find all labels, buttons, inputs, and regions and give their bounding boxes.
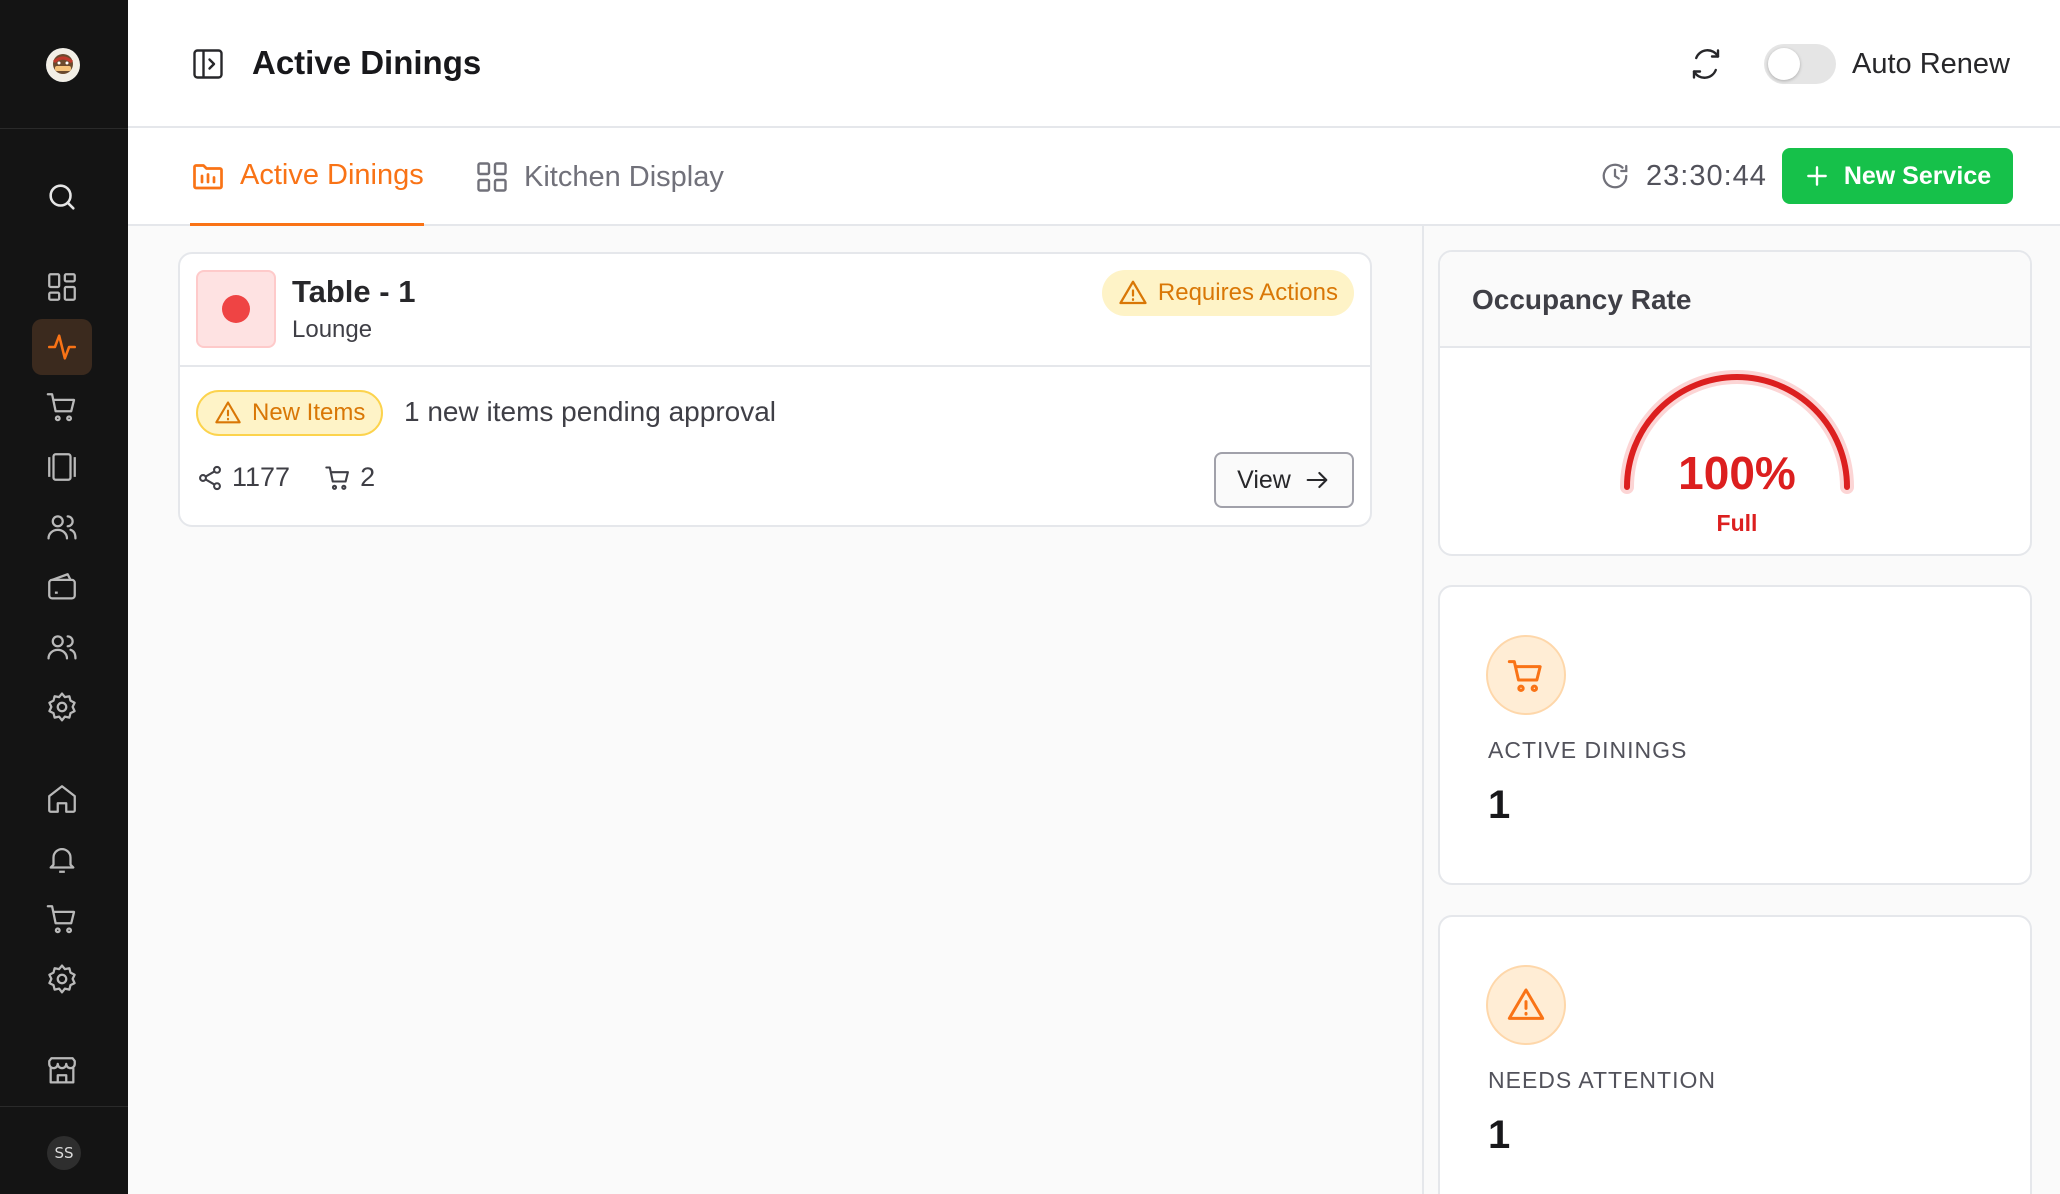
sidebar-item-preferences[interactable] [32, 951, 92, 1007]
new-service-label: New Service [1843, 161, 1992, 190]
requires-actions-badge: Requires Actions [1101, 270, 1354, 316]
cart-icon [325, 465, 350, 490]
bell-icon [49, 848, 75, 873]
store-icon [48, 1057, 76, 1084]
tab-label: Active Dinings [240, 159, 424, 191]
table-name: Table - 1 [292, 274, 416, 309]
pending-approval-text: 1 new items pending approval [404, 396, 777, 427]
grid-icon [477, 162, 507, 192]
stat-label: NEEDS ATTENTION [1488, 1067, 1716, 1093]
plus-icon [1806, 166, 1827, 186]
avatar[interactable]: SS [47, 1136, 81, 1170]
stat-card-active-dinings: ACTIVE DININGS 1 [1438, 585, 2032, 885]
arrow-right-icon [1306, 471, 1328, 489]
activity-icon [47, 334, 77, 360]
clock-display: 23:30:44 [1646, 160, 1767, 192]
share-icon [199, 465, 221, 490]
tab-label: Kitchen Display [524, 160, 724, 193]
badge-label: Requires Actions [1157, 279, 1338, 306]
occupancy-value: 100% [1678, 447, 1796, 499]
refresh-icon[interactable] [1688, 46, 1724, 82]
sidebar-item-store[interactable] [32, 1043, 92, 1099]
view-button[interactable]: View [1214, 452, 1354, 508]
view-label: View [1237, 465, 1291, 494]
sidebar-item-orders[interactable] [32, 379, 92, 435]
sidebar-item-home[interactable] [32, 771, 92, 827]
stat-label: ACTIVE DININGS [1488, 737, 1688, 763]
occupancy-title: Occupancy Rate [1472, 284, 1692, 315]
occupancy-card: Occupancy Rate 100% Full [1438, 250, 2032, 556]
wallet-icon [48, 573, 76, 600]
new-items-badge: New Items [196, 390, 384, 436]
grid-icon [48, 273, 76, 301]
gallery-icon [48, 453, 76, 481]
sidebar-item-active-dinings[interactable] [32, 319, 92, 375]
home-icon [48, 785, 76, 813]
search-icon[interactable] [32, 169, 92, 225]
warning-icon [1119, 280, 1147, 305]
tab-kitchen-display[interactable]: Kitchen Display [474, 128, 724, 226]
auto-renew-toggle[interactable] [1764, 44, 1836, 84]
team-icon [47, 635, 77, 660]
brand-logo[interactable] [46, 48, 80, 82]
dining-card-header: Table - 1 Lounge Requires Actions [180, 254, 1370, 367]
sidebar-item-payments[interactable] [32, 559, 92, 615]
badge-label: New Items [252, 399, 366, 426]
cart-icon [1507, 660, 1542, 693]
sidebar-item-notifications[interactable] [32, 831, 92, 887]
sidebar-item-dashboard[interactable] [32, 259, 92, 315]
cart-icon [46, 905, 76, 934]
tab-active-dinings[interactable]: Active Dinings [190, 128, 424, 226]
status-dot [222, 295, 250, 323]
toggle-knob [1768, 48, 1800, 80]
sidebar-item-menu[interactable] [32, 439, 92, 495]
cart-icon [46, 393, 76, 422]
gear-icon [48, 692, 76, 722]
sidebar-item-settings[interactable] [32, 679, 92, 735]
table-status-indicator [196, 270, 276, 348]
dining-card[interactable]: Table - 1 Lounge Requires Actions New It… [178, 252, 1372, 527]
clock-icon [1600, 161, 1630, 191]
page-title: Active Dinings [252, 44, 482, 81]
stat-value: 1 [1488, 783, 1511, 827]
stat-card-needs-attention: NEEDS ATTENTION 1 [1438, 915, 2032, 1194]
stat-icon-wrap [1486, 965, 1566, 1045]
sidebar-item-cart[interactable] [32, 891, 92, 947]
new-service-button[interactable]: New Service [1782, 148, 2013, 204]
occupancy-status: Full [1716, 510, 1758, 536]
sidebar: SS [0, 0, 128, 1194]
auto-renew-label: Auto Renew [1852, 48, 2010, 80]
cart-count: 2 [360, 462, 376, 492]
sidebar-item-staff[interactable] [32, 619, 92, 675]
stat-value: 1 [1488, 1113, 1511, 1157]
table-area: Lounge [292, 316, 373, 343]
top-header: Active Dinings Auto Renew [128, 0, 2060, 128]
warning-icon [1507, 988, 1545, 1020]
sidebar-toggle-icon[interactable] [190, 46, 226, 82]
folder-chart-icon [193, 163, 223, 189]
sidebar-item-customers[interactable] [32, 499, 92, 555]
warning-icon [215, 401, 241, 424]
users-icon [47, 515, 77, 540]
sidebar-divider [0, 128, 128, 129]
tab-bar: Active Dinings Kitchen Display 23:30:44 … [128, 128, 2060, 226]
gear-icon [48, 964, 76, 994]
share-count: 1177 [232, 462, 291, 492]
sidebar-divider [0, 1106, 128, 1107]
dining-meta: 1177 2 [196, 462, 375, 493]
stat-icon-wrap [1486, 635, 1566, 715]
